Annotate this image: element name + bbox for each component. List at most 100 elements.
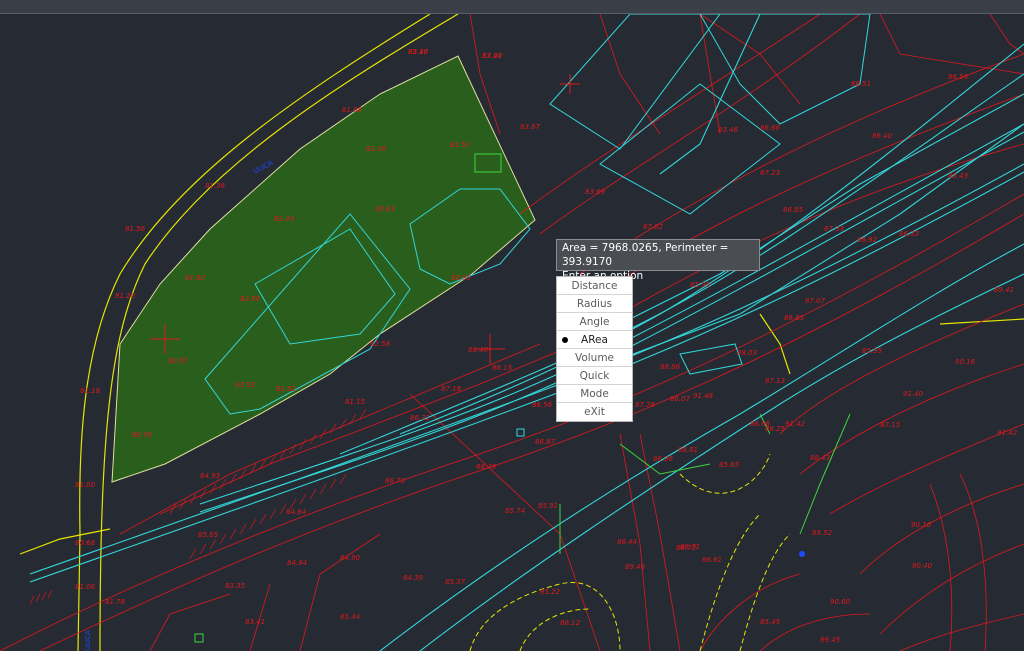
elevation-label: 86.85 [783,206,804,214]
elevation-label: 91.42 [997,429,1018,437]
elevation-label: 80.95 [451,274,472,282]
elevation-label: 87.18 [441,385,462,393]
elevation-label: 87.13 [765,377,785,385]
elevation-label: 87.15 [880,421,901,429]
elevation-label: 82.62 [276,385,297,393]
elevation-label: 81.06 [75,583,96,591]
elevation-label: 86.85 [784,314,805,322]
elevation-label: 90.40 [912,562,933,570]
elevation-label: 86.86 [660,363,681,371]
elevation-label: 82.58 [370,340,391,348]
elevation-label: 90.16 [955,358,976,366]
menu-item-exit[interactable]: eXit [557,403,632,421]
elevation-label: 86.36 [653,455,674,463]
menu-item-radius[interactable]: Radius [557,295,632,313]
elevation-label: 81.90 [185,274,206,282]
elevation-label: 85.45 [760,618,781,626]
elevation-label: 85.44 [340,613,360,621]
elevation-label: 86.31 [410,414,430,422]
elevation-label: 84.93 [200,472,220,480]
menu-item-area[interactable]: ARea [557,331,632,349]
elevation-label: 90.16 [911,521,932,529]
measure-tooltip: Area = 7968.0265, Perimeter = 393.9170 E… [556,239,760,282]
elevation-label: 80.68 [75,539,96,547]
elevation-label: 88.43 [810,454,830,462]
elevation-label: 88.81 [678,446,698,454]
elevation-label: 85.74 [505,507,525,515]
elevation-label: 82.60 [240,295,261,303]
elevation-label: 81.36 [205,182,226,190]
elevation-label: 83.46 [718,126,739,134]
elevation-label: 84.90 [340,554,361,562]
slope-lines [469,453,791,651]
elevation-label: 86.70 [385,477,406,485]
elevation-label: 83.67 [520,123,541,131]
elevation-label: 89.52 [812,529,833,537]
svg-text:ULICA: ULICA [252,159,274,176]
elevation-label: 83.69 [585,188,606,196]
elevation-label: 86.87 [535,438,556,446]
menu-item-distance[interactable]: Distance [557,277,632,295]
elevation-label: 80.50 [132,431,153,439]
elevation-label: 83.35 [225,582,246,590]
elevation-label: 87.02 [643,223,664,231]
measure-option-menu[interactable]: Distance Radius Angle ARea Volume Quick … [556,276,633,422]
measure-result-text: Area = 7968.0265, Perimeter = 393.9170 [562,242,729,268]
elevation-label: 85.40 [408,48,429,56]
elevation-label: 91.40 [903,390,924,398]
elevation-label: 89.46 [625,563,646,571]
elevation-label: 87.33 [824,225,844,233]
elevation-label: 86.12 [560,619,581,627]
elevation-label: 87.40 [482,52,503,60]
elevation-label: 86.44 [617,538,637,546]
elevation-label: 86.92 [857,236,878,244]
svg-text:ULICA: ULICA [84,630,92,651]
elevation-label: 86.40 [468,346,489,354]
elevation-label: 86.66 [750,420,771,428]
elevation-label: 81.18 [80,387,101,395]
elevation-label: 89.45 [820,636,841,644]
elevation-label: 82.67 [168,357,189,365]
elevation-label: 86.73 [676,544,696,552]
elevation-label: 85.65 [198,531,219,539]
elevation-label: 86.15 [492,364,513,372]
elevation-label: 83.53 [235,381,255,389]
elevation-label: 86.56 [948,73,969,81]
menu-item-mode[interactable]: Mode [557,385,632,403]
elevation-label: 91.48 [693,392,714,400]
elevation-label: 88.03 [737,349,757,357]
elevation-label: 85.65 [719,461,740,469]
elevation-label: 86.61 [702,556,722,564]
elevation-label: 81.56 [125,225,146,233]
elevation-label: 82.44 [274,215,294,223]
elevation-label: 87.76 [635,401,656,409]
elevation-label: 81.66 [342,106,363,114]
menu-item-volume[interactable]: Volume [557,349,632,367]
elevation-label: 86.40 [872,132,893,140]
elevation-label: 89.41 [994,286,1014,294]
elevation-label: 85.22 [540,588,561,596]
elevation-label: 88.49 [476,463,497,471]
elevation-label: 84.84 [286,508,306,516]
menu-item-angle[interactable]: Angle [557,313,632,331]
elevation-label: 82.40 [366,145,387,153]
elevation-label: 86.66 [760,124,781,132]
elevation-label: 86.33 [899,230,919,238]
elevation-label: 81.78 [105,598,126,606]
elevation-label: 86.56 [532,401,553,409]
elevation-label: 81.20 [115,292,136,300]
drawing-canvas[interactable]: ULICA ULICA 82.16 83.5181.6681.3681.5681.… [0,14,1024,651]
elevation-label: 91.42 [785,420,806,428]
elevation-label: 86.51 [851,80,871,88]
selected-bullet-icon [562,337,568,343]
menu-item-quick[interactable]: Quick [557,367,632,385]
ribbon-edge [0,0,1024,14]
elevation-label: 87.07 [805,297,826,305]
elevation-label: 82.63 [375,205,395,213]
elevation-label: 82.51 [450,141,470,149]
elevation-label: 81.00 [75,481,96,489]
cad-viewport[interactable]: ULICA ULICA 82.16 83.51 81.66 81.36 81.56 81.… [0,0,1024,651]
elevation-label: 81.15 [345,398,366,406]
elevation-label: 85.37 [445,578,466,586]
elevation-label: 90.60 [830,598,851,606]
